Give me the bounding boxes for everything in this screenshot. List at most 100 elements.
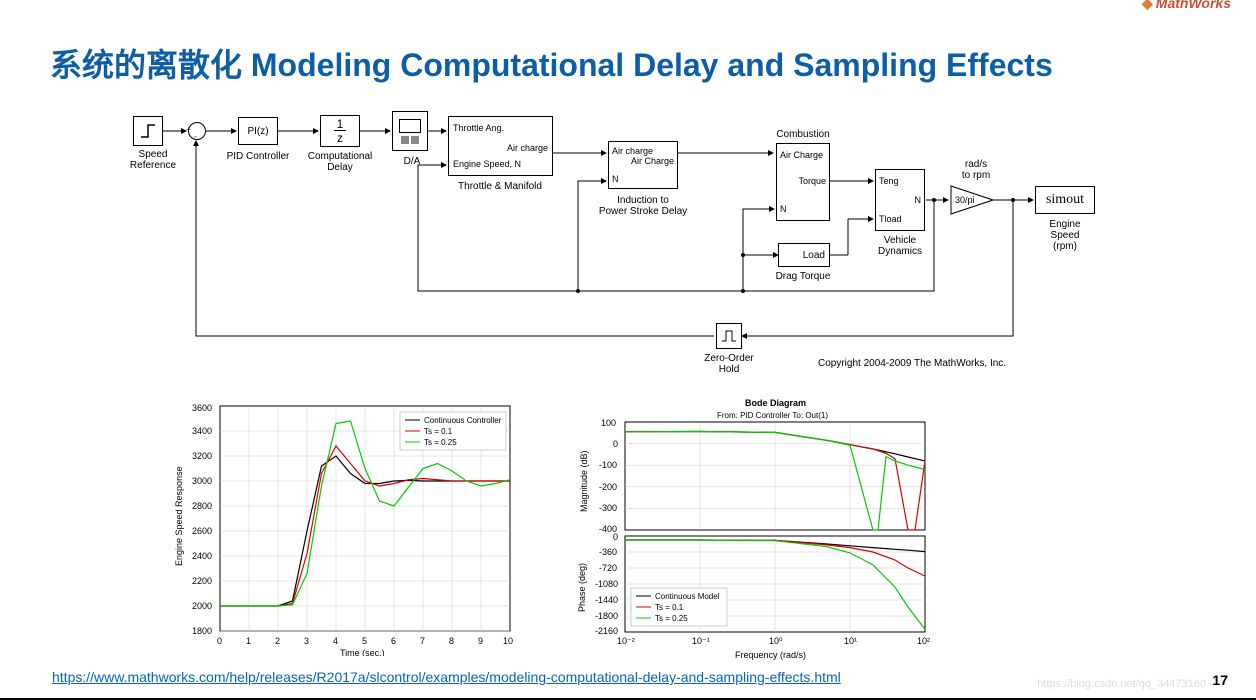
bode-chart: Bode Diagram From: PID Controller To: Ou… [570, 396, 960, 666]
svg-text:-100: -100 [599, 460, 617, 470]
speed-reference-label: Speed Reference [103, 149, 203, 171]
drag-label: Drag Torque [753, 271, 853, 282]
load-block: Load [778, 243, 830, 267]
simout-label: Engine Speed (rpm) [1015, 219, 1115, 252]
svg-text:3200: 3200 [192, 451, 212, 461]
induction-block: Air charge Air Charge N [608, 141, 678, 189]
svg-text:2800: 2800 [192, 501, 212, 511]
ind-out: Air Charge [631, 156, 674, 166]
svg-text:-720: -720 [599, 563, 617, 573]
svg-text:1800: 1800 [192, 626, 212, 636]
combustion-block: Air Charge Torque N [776, 143, 830, 221]
ind-in1: Air charge [612, 146, 653, 156]
svg-text:7: 7 [420, 636, 425, 646]
throttle-manifold-block: Throttle Ang. Air charge Engine Speed, N [448, 116, 553, 176]
comb-in2: N [780, 204, 787, 214]
svg-text:3400: 3400 [192, 426, 212, 436]
chart1-xlabel: Time (sec.) [340, 648, 385, 656]
gain-label: rad/s to rpm [926, 159, 1026, 181]
page-number: 17 [1212, 672, 1228, 688]
zoh-icon [720, 327, 738, 345]
gain-text: 30/pi [955, 195, 975, 205]
zoh-label: Zero-Order Hold [679, 353, 779, 375]
svg-text:Ts = 0.25: Ts = 0.25 [655, 614, 688, 623]
tm-in2: Engine Speed, N [453, 159, 521, 169]
svg-text:-1080: -1080 [595, 579, 618, 589]
ind-label: Induction to Power Stroke Delay [593, 195, 693, 217]
mag-ylabel: Magnitude (dB) [579, 450, 589, 512]
mathworks-logo: ◆MathWorks [1142, 0, 1231, 12]
speed-reference-block [133, 116, 163, 146]
svg-text:5: 5 [362, 636, 367, 646]
bode-xlabel: Frequency (rad/s) [735, 650, 806, 660]
svg-text:10²: 10² [917, 636, 930, 646]
gain-block: 30/pi [950, 185, 994, 218]
svg-text:2200: 2200 [192, 576, 212, 586]
comb-out: Torque [798, 176, 826, 186]
svg-text:0: 0 [217, 636, 222, 646]
svg-text:-1440: -1440 [595, 595, 618, 605]
svg-text:3000: 3000 [192, 476, 212, 486]
svg-text:4: 4 [333, 636, 338, 646]
sum-junction: + - [188, 122, 206, 140]
svg-text:10¹: 10¹ [844, 636, 857, 646]
da-block [392, 111, 428, 151]
engine-speed-chart: 1800 2000 2200 2400 2600 2800 3000 3200 … [170, 396, 530, 656]
svg-text:Continuous Controller: Continuous Controller [424, 416, 502, 425]
svg-text:Ts = 0.25: Ts = 0.25 [424, 438, 457, 447]
svg-text:-200: -200 [599, 482, 617, 492]
svg-text:10⁰: 10⁰ [769, 636, 783, 646]
simulink-diagram: Speed Reference + - PI(z) PID Controller… [118, 101, 1148, 391]
svg-text:Ts = 0.1: Ts = 0.1 [655, 603, 684, 612]
svg-text:9: 9 [478, 636, 483, 646]
chart1-legend: Continuous Controller Ts = 0.1 Ts = 0.25 [400, 412, 506, 450]
bode-legend: Continuous Model Ts = 0.1 Ts = 0.25 [631, 588, 727, 626]
svg-text:100: 100 [601, 418, 616, 428]
chart1-ylabel: Engine Speed Response [174, 466, 184, 566]
brand-text: MathWorks [1156, 0, 1231, 11]
svg-text:-300: -300 [599, 503, 617, 513]
svg-text:10: 10 [503, 636, 513, 646]
comb-label: Combustion [753, 129, 853, 140]
svg-text:Continuous Model: Continuous Model [655, 592, 720, 601]
phase-ylabel: Phase (deg) [577, 563, 587, 612]
veh-in1: Teng [879, 176, 899, 186]
zoh-block [716, 323, 742, 349]
svg-text:1: 1 [246, 636, 251, 646]
ind-in2: N [612, 174, 619, 184]
da-label: D/A [362, 156, 462, 167]
copyright-text: Copyright 2004-2009 The MathWorks, Inc. [818, 358, 1006, 369]
veh-out: N [915, 195, 922, 205]
svg-text:10⁻²: 10⁻² [617, 636, 635, 646]
page-title: 系统的离散化 Modeling Computational Delay and … [50, 40, 1216, 86]
svg-text:-2160: -2160 [595, 626, 618, 636]
reference-link[interactable]: https://www.mathworks.com/help/releases/… [52, 669, 841, 685]
svg-text:0: 0 [613, 532, 618, 542]
svg-text:2: 2 [275, 636, 280, 646]
tm-in1: Throttle Ang. [453, 123, 504, 133]
veh-in2: Tload [879, 214, 902, 224]
mathworks-icon: ◆ [1142, 0, 1153, 12]
pid-block: PI(z) [238, 117, 278, 145]
step-icon [138, 121, 158, 141]
svg-text:2400: 2400 [192, 551, 212, 561]
bode-subtitle: From: PID Controller To: Out(1) [717, 411, 828, 420]
tm-label: Throttle & Manifold [450, 181, 550, 192]
tm-out: Air charge [507, 143, 548, 153]
bode-title: Bode Diagram [745, 398, 806, 408]
svg-text:2000: 2000 [192, 601, 212, 611]
svg-text:3: 3 [304, 636, 309, 646]
comb-in1: Air Charge [780, 150, 823, 160]
svg-text:8: 8 [449, 636, 454, 646]
svg-text:10⁻¹: 10⁻¹ [692, 636, 710, 646]
svg-text:3600: 3600 [192, 403, 212, 413]
charts-row: 1800 2000 2200 2400 2600 2800 3000 3200 … [170, 396, 1216, 666]
watermark: https://blog.csdn.net/qq_34473160 [1037, 678, 1206, 690]
vehicle-dynamics-block: Teng N Tload [875, 169, 925, 231]
svg-text:6: 6 [391, 636, 396, 646]
svg-text:-360: -360 [599, 547, 617, 557]
svg-text:2600: 2600 [192, 526, 212, 536]
veh-label: Vehicle Dynamics [850, 235, 950, 257]
svg-text:Ts = 0.1: Ts = 0.1 [424, 427, 453, 436]
simout-block: simout [1035, 186, 1095, 214]
